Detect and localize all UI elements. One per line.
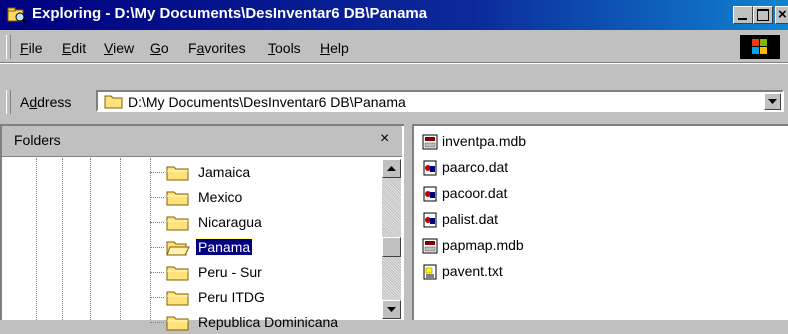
tree-line: [150, 158, 151, 320]
data-file-icon: [423, 186, 437, 202]
file-name: palist.dat: [442, 211, 499, 227]
tree-branch: [150, 197, 164, 198]
folder-label: Mexico: [198, 189, 243, 205]
menu-grip[interactable]: [6, 35, 11, 59]
file-name: paarco.dat: [442, 159, 509, 175]
tree-line: [90, 158, 91, 320]
access-db-icon: [422, 134, 438, 150]
tree-branch: [150, 322, 164, 323]
file-name: inventpa.mdb: [442, 133, 527, 149]
access-db-icon: [422, 238, 438, 254]
file-name: papmap.mdb: [442, 237, 524, 253]
title-bar[interactable]: Exploring - D:\My Documents\DesInventar6…: [0, 0, 788, 30]
folder-label: Nicaragua: [198, 214, 262, 230]
address-value: D:\My Documents\DesInventar6 DB\Panama: [128, 94, 406, 110]
maximize-button[interactable]: [753, 6, 773, 24]
files-pane: inventpa.mdb paarco.dat pacoor.dat palist.d…: [412, 124, 788, 320]
address-bar: Address D:\My Documents\DesInventar6 DB\…: [0, 86, 788, 120]
folder-label: Republica Dominicana: [198, 314, 339, 330]
folder-label: Jamaica: [198, 164, 251, 180]
explorer-window-icon: [7, 7, 27, 24]
folder-icon: [166, 266, 189, 281]
windows-logo-icon: [740, 35, 780, 59]
address-grip[interactable]: [6, 90, 11, 114]
folder-icon: [166, 316, 189, 331]
folder-icon: [166, 291, 189, 306]
folder-icon: [166, 191, 189, 206]
tree-line: [36, 158, 37, 320]
menu-tools[interactable]: Tools: [268, 40, 301, 56]
address-dropdown-button[interactable]: [764, 93, 781, 110]
folder-icon: [166, 216, 189, 231]
folders-header: Folders ×: [2, 126, 402, 157]
tree-branch: [150, 247, 164, 248]
minimize-icon: [738, 18, 747, 20]
window-title: Exploring - D:\My Documents\DesInventar6…: [32, 5, 428, 22]
folder-icon: [166, 166, 189, 181]
menu-edit[interactable]: Edit: [62, 40, 86, 56]
folder-label: Panama: [194, 238, 254, 256]
folders-pane: Folders × Jamaica Mexico Nicaragua Panama Pe…: [0, 124, 404, 331]
tree-branch: [150, 272, 164, 273]
tree-branch: [150, 297, 164, 298]
folder-icon: [104, 95, 123, 109]
close-icon: ×: [778, 6, 787, 23]
pane-splitter[interactable]: [404, 124, 412, 320]
scroll-up-button[interactable]: [382, 159, 401, 178]
tree-line: [120, 158, 121, 320]
arrow-down-icon: [387, 307, 396, 312]
menu-view[interactable]: View: [104, 40, 134, 56]
tree-branch: [150, 172, 164, 173]
folder-label: Peru ITDG: [198, 289, 265, 305]
file-name: pavent.txt: [442, 263, 503, 279]
minimize-button[interactable]: [733, 6, 753, 24]
data-file-icon: [423, 160, 437, 176]
scroll-thumb[interactable]: [382, 237, 401, 257]
menu-help[interactable]: Help: [320, 40, 349, 56]
tree-branch: [150, 222, 164, 223]
chevron-down-icon: [768, 99, 777, 104]
arrow-up-icon: [387, 166, 396, 171]
folder-label: Peru - Sur: [198, 264, 262, 280]
close-window-button[interactable]: ×: [775, 6, 788, 24]
menu-favorites[interactable]: Favorites: [188, 40, 246, 56]
address-input[interactable]: D:\My Documents\DesInventar6 DB\Panama: [96, 90, 784, 112]
scroll-down-button[interactable]: [382, 300, 401, 319]
maximize-icon: [757, 9, 769, 21]
menu-file[interactable]: File: [20, 40, 43, 56]
folder-scrollbar[interactable]: [382, 159, 401, 319]
menu-go[interactable]: Go: [150, 40, 169, 56]
data-file-icon: [423, 212, 437, 228]
close-pane-icon[interactable]: ×: [380, 130, 389, 148]
folder-open-icon: [166, 241, 190, 256]
address-label: Address: [20, 94, 72, 110]
file-name: pacoor.dat: [442, 185, 508, 201]
folders-title: Folders: [14, 132, 61, 148]
text-file-icon: [423, 264, 437, 280]
tree-line: [62, 158, 63, 320]
